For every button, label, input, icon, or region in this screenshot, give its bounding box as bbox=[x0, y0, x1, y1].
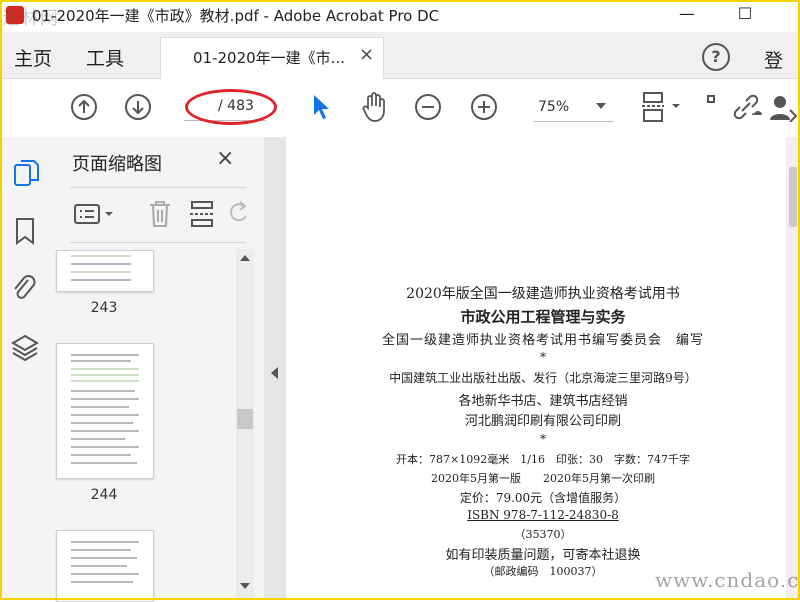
next-page-icon[interactable] bbox=[124, 93, 152, 121]
doc-line-editors: 全国一级建造师执业资格考试用书编写委员会 编写 bbox=[381, 333, 704, 348]
window-title: 01-2020年一建《市政》教材.pdf - Adobe Acrobat Pro… bbox=[32, 7, 440, 25]
thumb-line bbox=[71, 279, 131, 281]
left-navigation-rail bbox=[0, 137, 51, 600]
zoom-level-select[interactable]: 75% bbox=[534, 93, 614, 122]
document-viewport[interactable]: 2020年版全国一级建造师执业资格考试用书 市政公用工程管理与实务 全国一级建造… bbox=[286, 137, 800, 600]
thumb-line bbox=[71, 390, 135, 392]
extract-pages-icon[interactable] bbox=[188, 198, 216, 230]
doc-line-book-title: 市政公用工程管理与实务 bbox=[460, 308, 626, 326]
zoom-underline bbox=[534, 121, 614, 122]
thumb-line bbox=[71, 565, 127, 567]
thumb-line bbox=[71, 374, 139, 376]
maximize-button[interactable]: ☐ bbox=[730, 4, 760, 28]
thumb-line bbox=[71, 255, 131, 257]
thumbnail-scrollbar[interactable] bbox=[236, 249, 254, 598]
rotate-icon[interactable] bbox=[228, 198, 250, 230]
document-scrollbar-thumb[interactable] bbox=[789, 167, 797, 227]
thumb-line bbox=[71, 368, 139, 370]
thumbnail-page-244[interactable] bbox=[56, 343, 154, 479]
red-annotation-circle bbox=[185, 89, 277, 125]
document-tab[interactable]: 01-2020年一建《市... × bbox=[160, 37, 384, 79]
doc-line-series: 2020年版全国一级建造师执业资格考试用书 bbox=[406, 286, 680, 302]
zoom-out-icon[interactable] bbox=[414, 93, 442, 121]
tab-close-icon[interactable]: × bbox=[359, 44, 374, 65]
chevron-down-icon bbox=[596, 103, 606, 109]
page-thumbnails-icon[interactable] bbox=[12, 158, 40, 188]
document-tab-label: 01-2020年一建《市... bbox=[193, 49, 345, 67]
layers-icon[interactable] bbox=[10, 332, 40, 362]
thumbnail-label-243: 243 bbox=[90, 300, 118, 316]
title-bar: 速林网 01-2020年一建《市政》教材.pdf - Adobe Acrobat… bbox=[0, 0, 800, 32]
share-user-icon[interactable] bbox=[768, 92, 798, 122]
scroll-down-arrow[interactable] bbox=[240, 583, 250, 589]
scrollbar-thumb[interactable] bbox=[237, 409, 253, 429]
thumb-line bbox=[71, 581, 133, 583]
thumb-line bbox=[71, 271, 131, 273]
minimize-button[interactable]: — bbox=[672, 4, 702, 28]
thumb-line bbox=[71, 454, 131, 456]
doc-line-separator: * bbox=[540, 350, 546, 364]
thumb-line bbox=[71, 541, 139, 543]
hand-tool-icon[interactable] bbox=[360, 91, 390, 123]
link-icon[interactable] bbox=[730, 91, 764, 123]
menu-home[interactable]: 主页 bbox=[14, 44, 52, 71]
panel-divider-top bbox=[70, 187, 246, 188]
thumb-line bbox=[71, 422, 133, 424]
doc-line-price: 定价：79.00元（含增值服务） bbox=[459, 491, 627, 505]
thumb-line bbox=[71, 354, 139, 356]
doc-line-publisher: 中国建筑工业出版社出版、发行（北京海淀三里河路9号） bbox=[389, 371, 697, 385]
delete-icon[interactable] bbox=[146, 198, 174, 230]
panel-title: 页面缩略图 bbox=[72, 154, 162, 175]
doc-line-isbn: ISBN 978-7-112-24830-8 bbox=[467, 508, 619, 522]
thumb-line bbox=[71, 406, 129, 408]
thumbnail-page-243[interactable] bbox=[56, 250, 154, 292]
bookmark-icon[interactable] bbox=[13, 216, 37, 246]
thumb-line bbox=[71, 438, 125, 440]
menu-bar: 主页 工具 bbox=[0, 32, 800, 79]
document-page: 2020年版全国一级建造师执业资格考试用书 市政公用工程管理与实务 全国一级建造… bbox=[286, 137, 800, 600]
scroll-up-arrow[interactable] bbox=[240, 255, 250, 261]
thumb-line bbox=[71, 380, 139, 382]
zoom-value: 75% bbox=[538, 99, 570, 115]
thumb-line bbox=[71, 360, 131, 362]
menu-tools[interactable]: 工具 bbox=[86, 44, 124, 71]
thumb-line bbox=[71, 462, 137, 464]
panel-close-icon[interactable]: × bbox=[216, 146, 234, 171]
doc-line-code: （35370） bbox=[514, 528, 572, 541]
thumb-line bbox=[71, 549, 131, 551]
more-tools-icon[interactable] bbox=[706, 94, 720, 108]
zoom-in-icon[interactable] bbox=[470, 93, 498, 121]
thumb-line bbox=[71, 446, 139, 448]
collapse-arrow-icon bbox=[271, 367, 278, 379]
document-scrollbar[interactable] bbox=[786, 137, 800, 600]
thumb-line bbox=[71, 414, 139, 416]
thumbnail-options-icon[interactable] bbox=[72, 200, 116, 228]
thumb-line bbox=[71, 573, 139, 575]
thumb-line bbox=[71, 398, 139, 400]
doc-line-edition: 2020年5月第一版 2020年5月第一次印刷 bbox=[431, 472, 655, 485]
watermark-bottom-right: www.cndao.com bbox=[655, 568, 800, 592]
thumbnail-page-245[interactable] bbox=[56, 530, 154, 602]
previous-page-icon[interactable] bbox=[70, 93, 98, 121]
help-icon[interactable]: ? bbox=[702, 43, 730, 71]
select-tool-icon[interactable] bbox=[310, 93, 332, 121]
page-fit-icon[interactable] bbox=[640, 90, 684, 124]
doc-line-return-note: 如有印装质量问题，可寄本社退换 bbox=[445, 548, 641, 563]
attachment-icon[interactable] bbox=[10, 272, 38, 304]
thumb-line bbox=[71, 557, 137, 559]
doc-line-printer: 河北鹏润印刷有限公司印刷 bbox=[464, 414, 621, 429]
doc-line-separator-2: * bbox=[540, 432, 546, 446]
panel-divider-bottom bbox=[70, 242, 246, 243]
thumb-line bbox=[71, 263, 131, 265]
doc-line-distributor: 各地新华书店、建筑书店经销 bbox=[458, 394, 628, 409]
doc-line-format: 开本：787×1092毫米 1/16 印张：30 字数：747千字 bbox=[396, 453, 690, 466]
panel-collapse-handle[interactable] bbox=[264, 137, 286, 600]
thumb-line bbox=[71, 430, 139, 432]
thumbnail-label-244: 244 bbox=[90, 487, 118, 503]
